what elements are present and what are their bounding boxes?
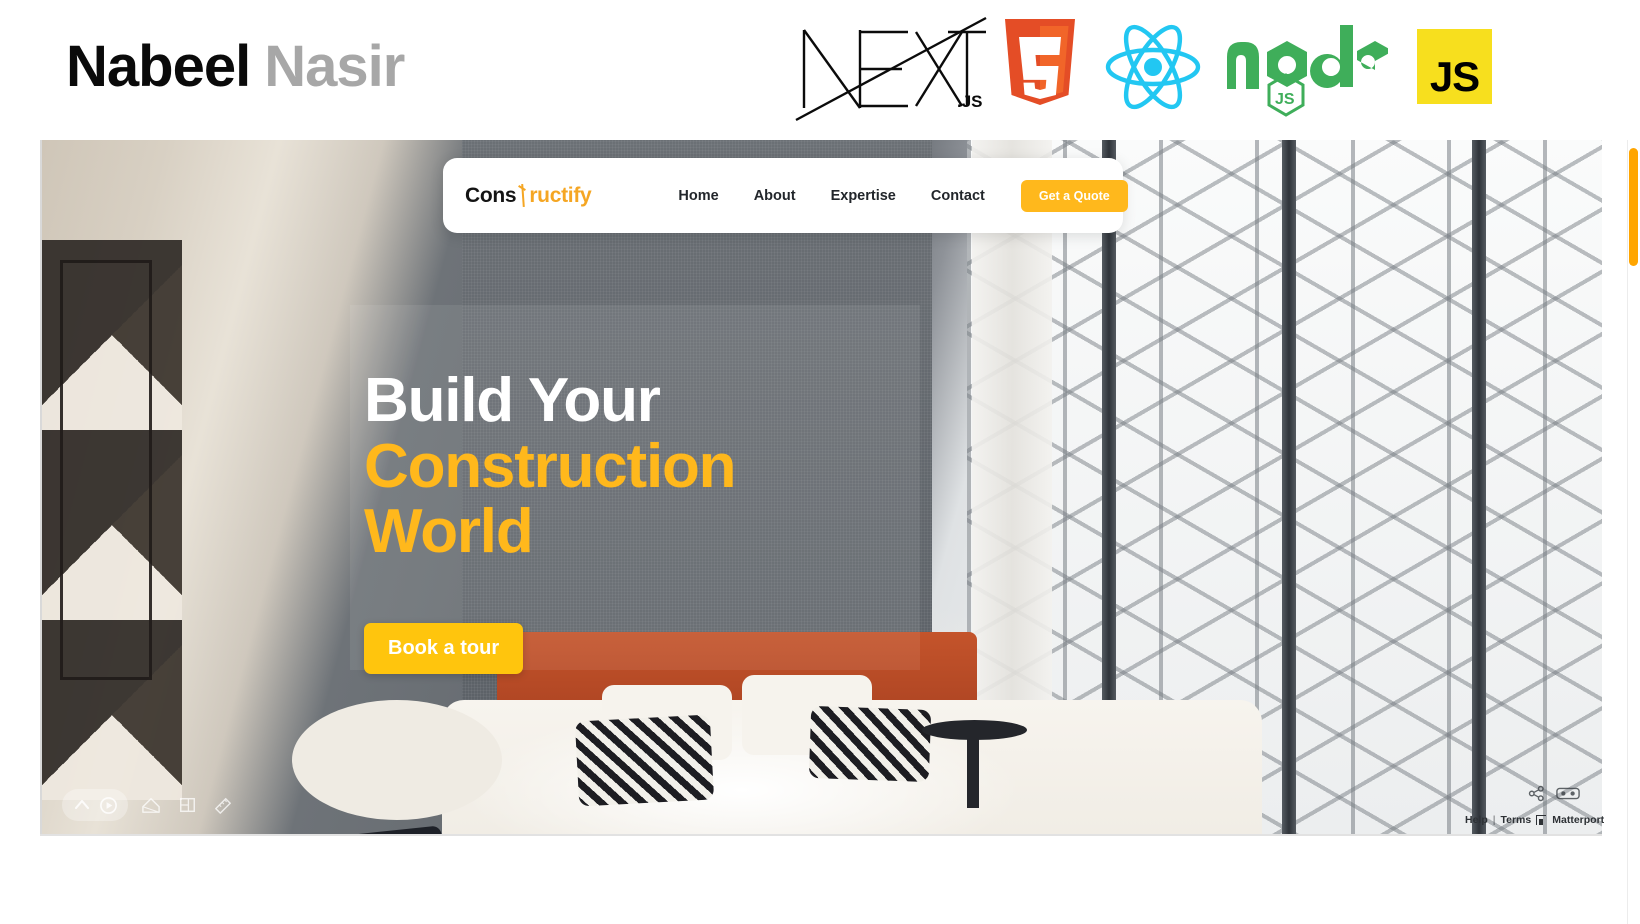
dollhouse-view-icon[interactable] bbox=[138, 793, 164, 817]
vr-goggles-icon[interactable] bbox=[1556, 786, 1580, 806]
patterned-cushion bbox=[808, 705, 932, 783]
wall-art-frame bbox=[60, 260, 152, 680]
nav-item-home[interactable]: Home bbox=[678, 188, 718, 204]
hero-heading: Build Your Construction World bbox=[364, 368, 964, 565]
hero-line-3: World bbox=[364, 497, 534, 567]
nav-item-about[interactable]: About bbox=[754, 188, 796, 204]
site-logo[interactable]: Cons ructify bbox=[465, 183, 592, 208]
viewer-toolbar-pill[interactable] bbox=[62, 789, 128, 821]
measure-icon[interactable] bbox=[210, 793, 236, 817]
get-a-quote-button[interactable]: Get a Quote bbox=[1020, 179, 1128, 212]
help-link[interactable]: Help bbox=[1465, 814, 1488, 826]
page-bottom-area bbox=[0, 836, 1640, 924]
page-scrollbar-thumb[interactable] bbox=[1629, 148, 1638, 266]
svg-text:JS: JS bbox=[1275, 91, 1295, 108]
credit-separator: | bbox=[1492, 814, 1496, 826]
site-logo-part2: ructify bbox=[529, 183, 592, 207]
floorplan-view-icon[interactable] bbox=[174, 793, 200, 817]
play-circle-icon[interactable] bbox=[97, 794, 119, 816]
tech-logo-strip: .JS JS JS bbox=[790, 0, 1492, 133]
patterned-cushion bbox=[574, 714, 715, 807]
svg-text:.JS: .JS bbox=[957, 92, 983, 111]
chevron-up-icon[interactable] bbox=[71, 794, 93, 816]
react-logo bbox=[1090, 12, 1215, 122]
hero-line-1: Build Your bbox=[364, 366, 661, 435]
brand-last-name: Nasir bbox=[264, 33, 405, 99]
matterport-mark-icon bbox=[1536, 815, 1547, 825]
nextjs-logo: .JS bbox=[790, 12, 990, 122]
javascript-logo-label: JS bbox=[1429, 53, 1480, 100]
nav-links: Home About Expertise Contact bbox=[678, 188, 984, 204]
nodejs-logo: JS bbox=[1215, 12, 1395, 122]
side-table-leg bbox=[967, 736, 979, 808]
viewer-actions[interactable] bbox=[1528, 785, 1580, 807]
book-a-tour-button[interactable]: Book a tour bbox=[364, 623, 524, 674]
nav-item-expertise[interactable]: Expertise bbox=[831, 188, 896, 204]
hero-line-2: Construction bbox=[364, 431, 737, 501]
matterport-brand-label[interactable]: Matterport bbox=[1552, 814, 1604, 826]
viewer-credits: Help | Terms Matterport bbox=[1465, 814, 1604, 826]
crane-icon bbox=[517, 184, 528, 207]
top-brand-bar: Nabeel Nasir .JS JS JS bbox=[0, 0, 1640, 133]
window-mullion bbox=[1282, 140, 1296, 834]
share-icon[interactable] bbox=[1528, 785, 1545, 807]
brand-first-name: Nabeel bbox=[66, 33, 251, 99]
viewer-toolbar[interactable] bbox=[62, 789, 236, 821]
terms-link[interactable]: Terms bbox=[1501, 814, 1532, 826]
javascript-logo: JS bbox=[1417, 29, 1492, 104]
round-table bbox=[292, 700, 502, 820]
window-mullion bbox=[1472, 140, 1486, 834]
nav-item-contact[interactable]: Contact bbox=[931, 188, 985, 204]
html5-logo bbox=[990, 12, 1090, 122]
page-title: Nabeel Nasir bbox=[66, 37, 405, 96]
site-logo-part1: Cons bbox=[465, 183, 517, 207]
site-navbar: Cons ructify Home About Expertise Contac… bbox=[443, 158, 1128, 233]
